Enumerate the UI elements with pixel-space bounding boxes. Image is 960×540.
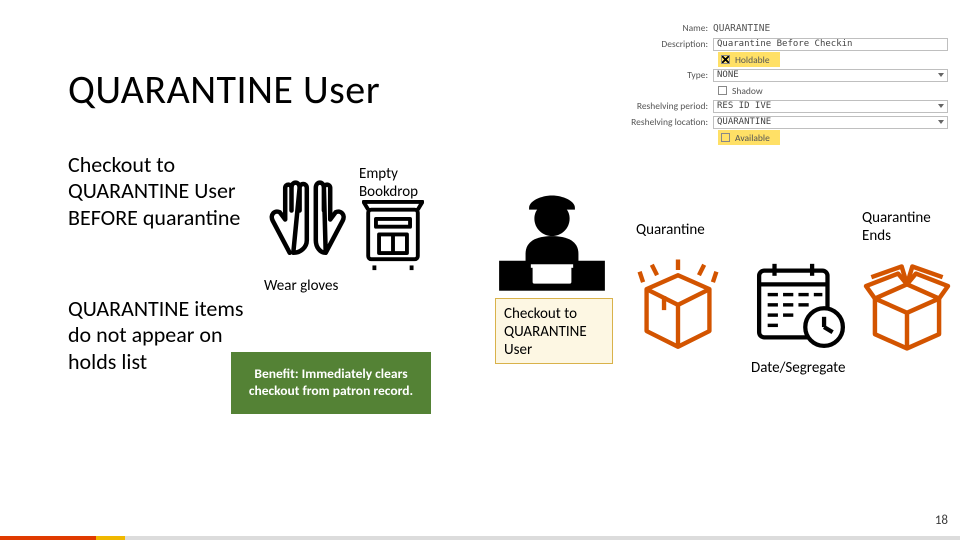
reshelving-period-dropdown[interactable]: RES ID IVE [713, 100, 948, 113]
benefit-callout: Benefit: Immediately clears checkout fro… [231, 352, 431, 414]
holdable-checkbox[interactable] [721, 55, 730, 64]
description-input[interactable]: Quarantine Before Checkin [713, 38, 948, 51]
label-wear-gloves: Wear gloves [264, 277, 338, 295]
shadow-label: Shadow [732, 85, 763, 97]
field-label-type: Type: [618, 69, 713, 81]
subheading-no-holds: QUARANTINE items do not appear on holds … [68, 296, 248, 375]
field-label-reshelving-location: Reshelving location: [618, 116, 713, 128]
field-label-reshelving-period: Reshelving period: [618, 100, 713, 112]
label-date-segregate: Date/Segregate [751, 359, 845, 377]
package-icon [634, 256, 722, 352]
field-label-description: Description: [618, 38, 713, 50]
page-title: QUARANTINE User [68, 65, 380, 114]
open-package-icon [862, 254, 952, 352]
checkout-to-quarantine-box: Checkout to QUARANTINE User [495, 298, 613, 364]
gloves-icon [260, 170, 350, 260]
librarian-desk-icon [490, 192, 614, 296]
subheading-checkout-before: Checkout to QUARANTINE User BEFORE quara… [68, 152, 248, 231]
bookdrop-icon [362, 200, 424, 272]
page-number: 18 [935, 513, 948, 528]
field-value-name: QUARANTINE [713, 23, 770, 34]
user-record-panel: Name:QUARANTINE Description:Quarantine B… [618, 20, 948, 145]
holdable-label: Holdable [735, 54, 770, 66]
field-label-name: Name: [618, 22, 713, 34]
calendar-clock-icon [754, 258, 848, 350]
type-dropdown[interactable]: NONE [713, 69, 948, 82]
reshelving-location-dropdown[interactable]: QUARANTINE [713, 116, 948, 129]
label-quarantine-ends: Quarantine Ends [862, 209, 931, 245]
available-label: Available [735, 132, 770, 144]
label-empty-bookdrop: Empty Bookdrop [359, 165, 418, 201]
footer-accent-bar [0, 536, 960, 540]
shadow-checkbox[interactable] [718, 86, 727, 95]
label-quarantine: Quarantine [636, 221, 705, 239]
available-checkbox[interactable] [721, 133, 730, 142]
